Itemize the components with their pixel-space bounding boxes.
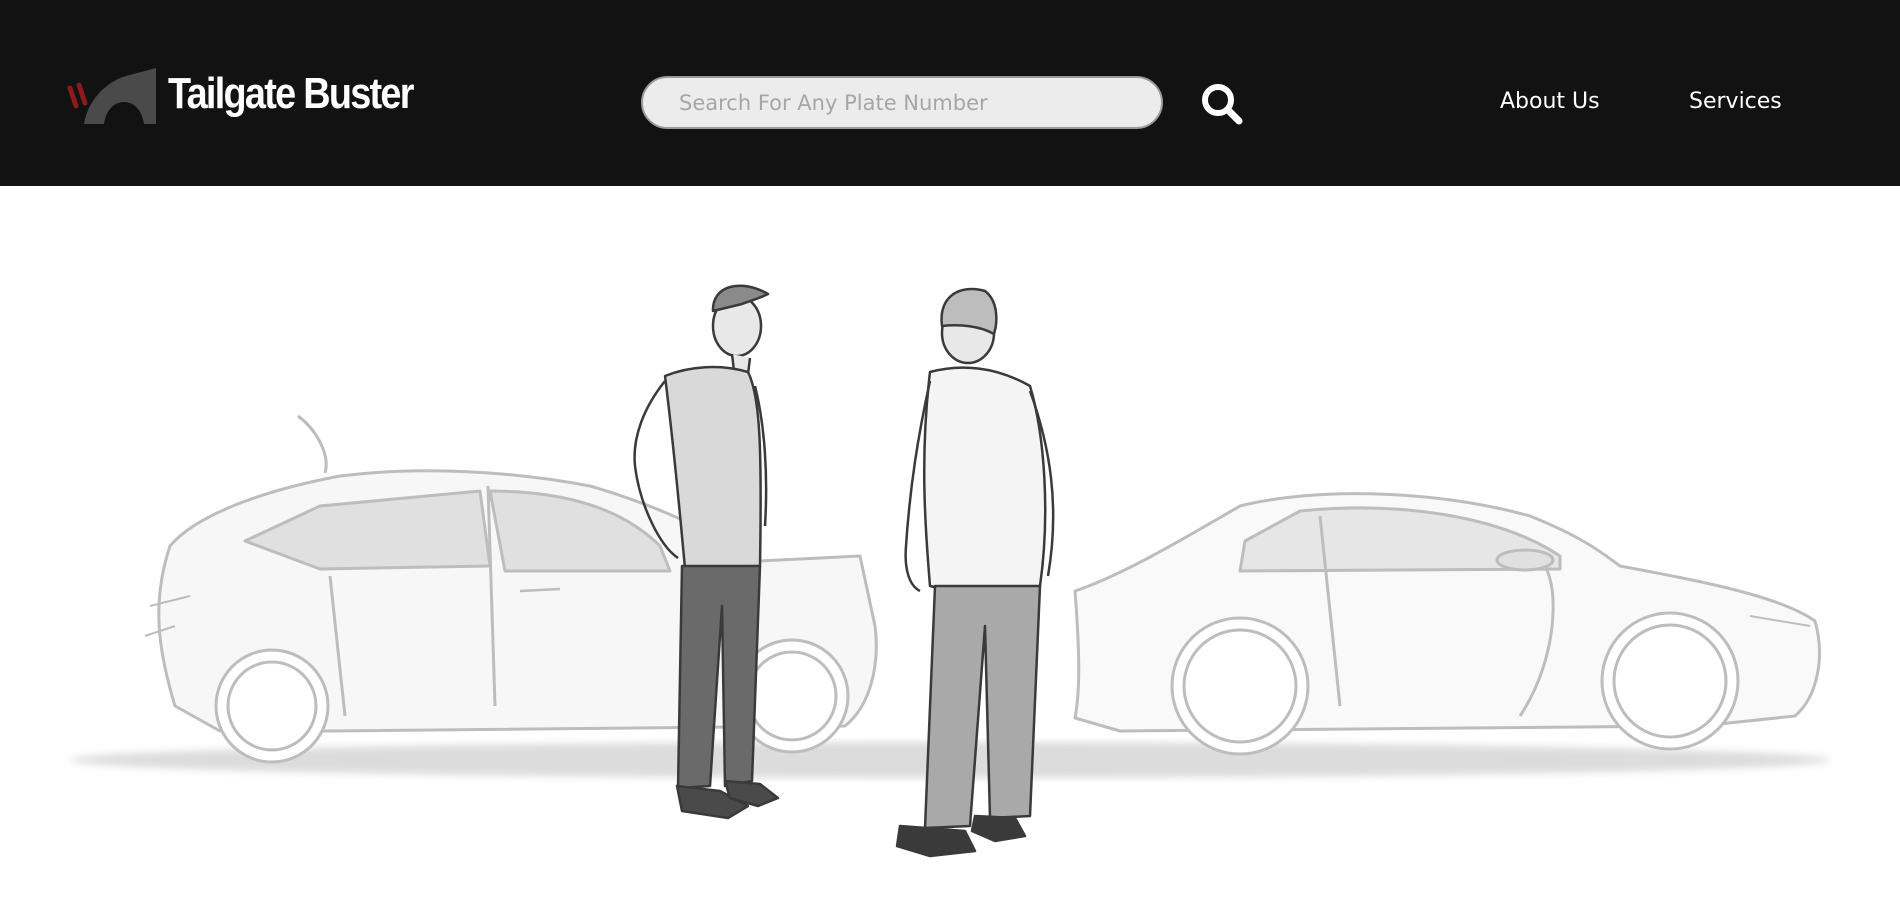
nav-about-us[interactable]: About Us [1500, 89, 1600, 114]
search-icon [1202, 84, 1243, 125]
right-car-sketch [1073, 492, 1821, 756]
nav-services[interactable]: Services [1689, 89, 1782, 114]
plate-search-input[interactable] [641, 76, 1163, 129]
brand-name: Tailgate Buster [168, 69, 414, 118]
tailgate-logo-icon [67, 68, 156, 124]
hero-illustration [0, 186, 1900, 900]
site-header: Tailgate Buster About Us Services [0, 0, 1900, 186]
brand-logo[interactable]: Tailgate Buster [62, 62, 453, 126]
search-button[interactable] [1198, 80, 1246, 128]
collision-sketch-image [70, 284, 1830, 858]
